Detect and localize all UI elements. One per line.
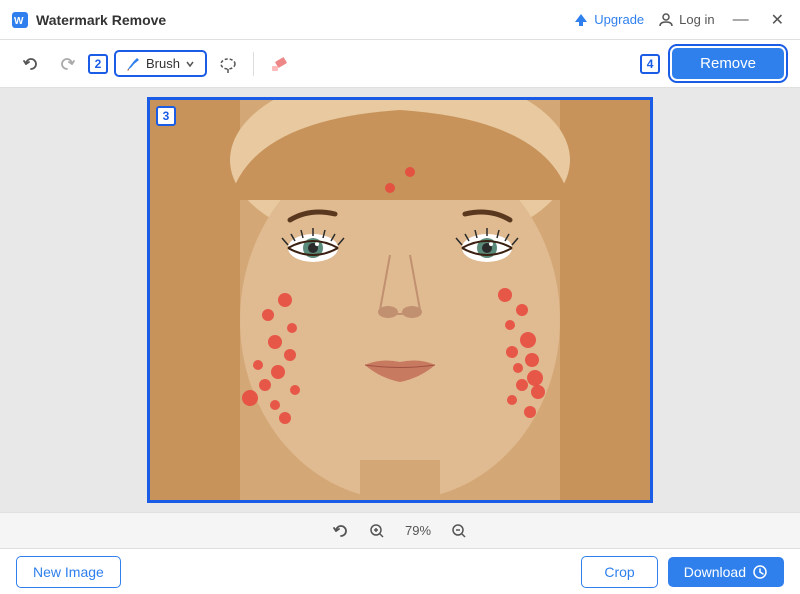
rotate-icon <box>333 523 349 539</box>
face-overlay <box>150 100 650 500</box>
close-button[interactable]: ✕ <box>767 10 788 30</box>
titlebar-right: Upgrade Log in — ✕ <box>573 10 788 30</box>
user-icon <box>658 12 674 28</box>
face-image <box>150 100 650 500</box>
zoom-level: 79% <box>400 523 436 538</box>
step4-badge: 4 <box>640 54 660 74</box>
eraser-button[interactable] <box>264 51 294 77</box>
download-button[interactable]: Download <box>668 557 784 587</box>
undo-button[interactable] <box>16 51 46 77</box>
titlebar-left: W Watermark Remove <box>12 12 166 28</box>
upgrade-icon <box>573 12 589 28</box>
image-container: 3 <box>147 97 653 503</box>
app-logo-icon: W <box>12 12 28 28</box>
zoom-out-button[interactable] <box>446 521 472 541</box>
crop-button[interactable]: Crop <box>581 556 657 588</box>
remove-button[interactable]: Remove <box>672 48 784 79</box>
login-button[interactable]: Log in <box>658 12 714 28</box>
step3-badge: 3 <box>156 106 176 126</box>
minimize-button[interactable]: — <box>729 11 753 29</box>
zoom-out-icon <box>451 523 467 539</box>
new-image-button[interactable]: New Image <box>16 556 121 588</box>
toolbar-left: 2 Brush <box>16 50 294 77</box>
zoom-in-icon <box>369 523 385 539</box>
toolbar-divider <box>253 52 254 76</box>
undo-icon <box>22 55 40 73</box>
toolbar: 2 Brush 4 Remove <box>0 40 800 88</box>
zoom-in-button[interactable] <box>364 521 390 541</box>
redo-button[interactable] <box>52 51 82 77</box>
lasso-icon <box>219 55 237 73</box>
main-canvas-area: 3 <box>0 88 800 512</box>
brush-tool-button[interactable]: Brush <box>114 50 207 77</box>
step2-badge: 2 <box>88 54 108 74</box>
rotate-button[interactable] <box>328 521 354 541</box>
redo-icon <box>58 55 76 73</box>
eraser-icon <box>270 55 288 73</box>
bottom-right: Crop Download <box>581 556 784 588</box>
app-title: Watermark Remove <box>36 12 166 28</box>
zoom-bar: 79% <box>0 512 800 548</box>
lasso-tool-button[interactable] <box>213 51 243 77</box>
svg-text:W: W <box>14 16 24 27</box>
titlebar: W Watermark Remove Upgrade Log in — ✕ <box>0 0 800 40</box>
brush-icon <box>126 56 141 71</box>
bottom-bar: New Image Crop Download <box>0 548 800 594</box>
download-clock-icon <box>752 564 768 580</box>
upgrade-button[interactable]: Upgrade <box>573 12 644 28</box>
chevron-down-icon <box>185 59 195 69</box>
